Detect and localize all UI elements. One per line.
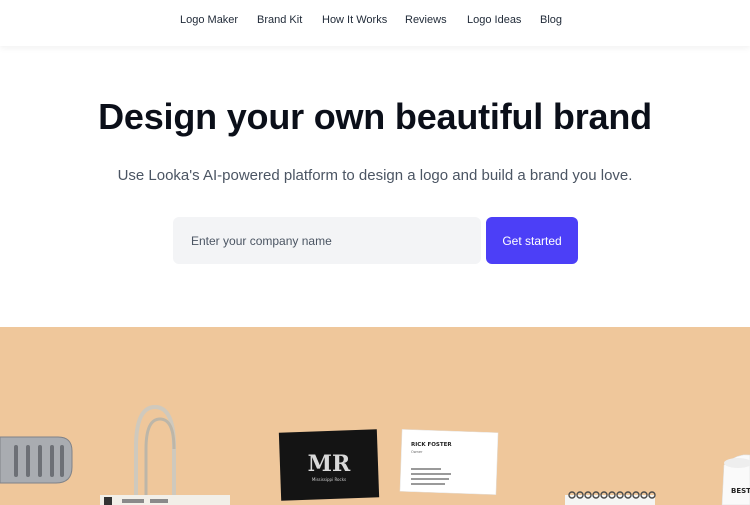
top-navigation: Logo Maker Brand Kit How It Works Review… (0, 0, 750, 46)
white-business-card: RICK FOSTER Owner (399, 429, 499, 495)
nav-blog[interactable]: Blog (540, 14, 562, 26)
coffee-cup-illustration: BEST (721, 454, 750, 505)
tote-bag-illustration (100, 404, 230, 505)
company-name-input[interactable] (173, 217, 481, 264)
get-started-button[interactable]: Get started (486, 217, 578, 264)
card-name: RICK FOSTER (411, 442, 452, 448)
nav-reviews[interactable]: Reviews (405, 14, 447, 26)
black-business-card: MR Mississippi Rocks (278, 429, 380, 501)
notebook-illustration (565, 491, 656, 505)
nav-logo-ideas[interactable]: Logo Ideas (467, 14, 521, 26)
hero-subtitle: Use Looka's AI-powered platform to desig… (117, 167, 633, 184)
nav-brand-kit[interactable]: Brand Kit (257, 14, 302, 26)
cup-label: BEST (731, 487, 750, 495)
nav-how-it-works[interactable]: How It Works (322, 14, 387, 26)
card-role: Owner (411, 450, 423, 454)
spatula-illustration (0, 436, 73, 484)
card-tagline: Mississippi Rocks (312, 477, 346, 482)
brand-showcase-image: MR Mississippi Rocks RICK FOSTER Owner B… (0, 327, 750, 505)
showcase-illustration: MR Mississippi Rocks RICK FOSTER Owner B… (0, 404, 750, 505)
hero-title: Design your own beautiful brand (98, 96, 652, 137)
card-monogram: MR (308, 451, 351, 477)
nav-logo-maker[interactable]: Logo Maker (180, 14, 238, 26)
